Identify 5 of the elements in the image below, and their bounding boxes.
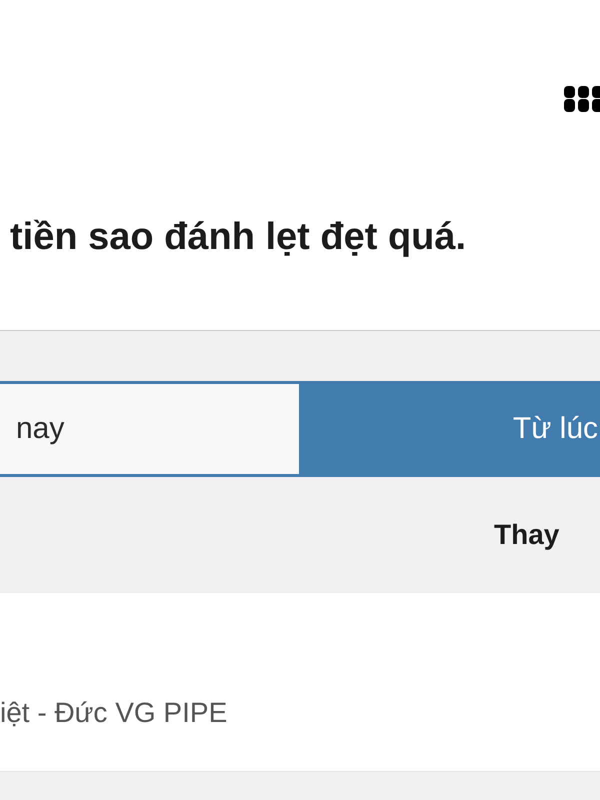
period-tab[interactable]: Từ lúc	[302, 381, 600, 477]
table-cell-text: iệt - Đức VG PIPE	[0, 696, 228, 729]
period-tab[interactable]: nay	[0, 381, 302, 477]
headline: tiền sao đánh lẹt đẹt quá.	[10, 218, 468, 256]
column-header: Thay	[494, 519, 560, 551]
